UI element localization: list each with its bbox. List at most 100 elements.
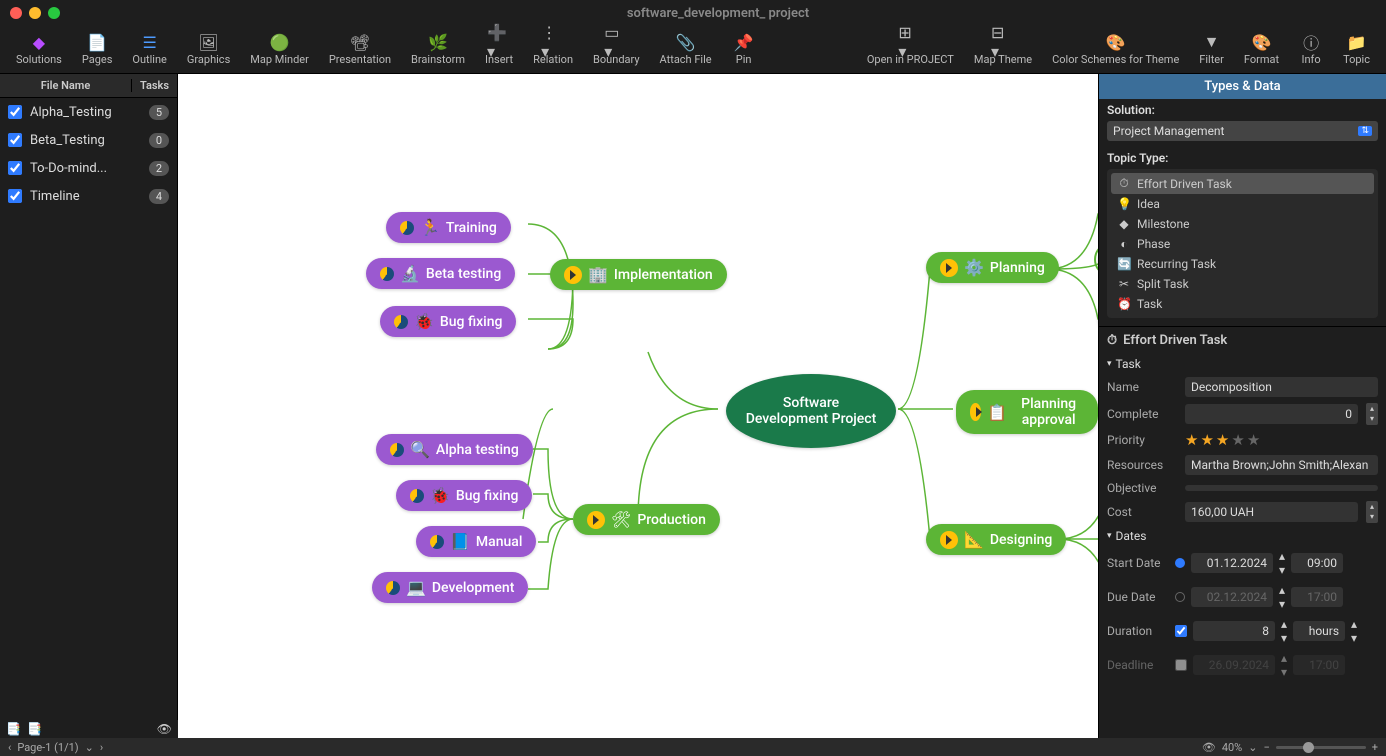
start-date-input[interactable]: 01.12.2024 <box>1191 553 1273 573</box>
close-window-button[interactable] <box>10 7 22 19</box>
status-bar: ‹ Page-1 (1/1) ⌄ › 👁 40% ⌄ − + <box>0 738 1386 756</box>
type-item-task[interactable]: ⏰ Task <box>1111 294 1374 314</box>
play-icon <box>564 266 582 284</box>
toolbar-color-schemes-for-theme[interactable]: 🎨Color Schemes for Theme <box>1044 31 1187 68</box>
type-item-recurring-task[interactable]: 🔄 Recurring Task <box>1111 254 1374 274</box>
minimize-window-button[interactable] <box>29 7 41 19</box>
duration-unit-select[interactable]: hours <box>1293 621 1345 641</box>
deadline-time-input[interactable]: 17:00 <box>1293 655 1345 675</box>
footer-icon[interactable]: 📑 <box>27 722 42 736</box>
type-item-phase[interactable]: ◐ Phase <box>1111 234 1374 254</box>
duration-stepper[interactable]: ▴▾ <box>1281 617 1287 645</box>
next-page-button[interactable]: › <box>100 741 103 754</box>
deadline-checkbox[interactable] <box>1175 659 1187 671</box>
type-item-milestone[interactable]: ◆ Milestone <box>1111 214 1374 234</box>
complete-input[interactable]: 0 <box>1185 404 1358 424</box>
due-date-radio[interactable] <box>1175 592 1185 602</box>
maximize-window-button[interactable] <box>48 7 60 19</box>
complete-stepper[interactable]: ▴▾ <box>1366 403 1378 425</box>
page-dropdown-icon[interactable]: ⌄ <box>85 741 94 754</box>
footer-icon[interactable]: 📑 <box>6 722 21 736</box>
node-training[interactable]: 🏃Training <box>386 212 511 243</box>
toolbar-presentation[interactable]: 📽Presentation <box>321 31 399 68</box>
duration-input[interactable]: 8 <box>1193 621 1275 641</box>
node-planning-approval[interactable]: 📋Planning approval <box>956 390 1098 434</box>
toolbar-graphics[interactable]: 🖼Graphics <box>179 31 238 68</box>
deadline-stepper[interactable]: ▴▾ <box>1281 651 1287 679</box>
toolbar-format[interactable]: 🎨Format <box>1236 31 1287 68</box>
toolbar-boundary[interactable]: ▭ ▾Boundary <box>585 31 647 68</box>
cost-input[interactable]: 160,00 UAH <box>1185 502 1358 522</box>
task-section-header[interactable]: Task <box>1099 354 1386 374</box>
node-bug-fixing-2[interactable]: 🐞Bug fixing <box>396 480 532 511</box>
node-center[interactable]: Software Development Project <box>726 374 896 448</box>
file-checkbox[interactable] <box>8 189 22 203</box>
eye-icon[interactable]: 👁 <box>157 722 172 736</box>
node-designing[interactable]: 📐Designing <box>926 524 1066 555</box>
toolbar-brainstorm[interactable]: 🌿Brainstorm <box>403 31 473 68</box>
node-planning[interactable]: ⚙️Planning <box>926 252 1059 283</box>
zoom-in-button[interactable]: + <box>1372 741 1378 754</box>
toolbar-insert[interactable]: ➕ ▾Insert <box>477 31 521 68</box>
cost-stepper[interactable]: ▴▾ <box>1366 501 1378 523</box>
eye-icon[interactable]: 👁 <box>1202 741 1216 754</box>
type-item-split-task[interactable]: ✂ Split Task <box>1111 274 1374 294</box>
toolbar-label: Topic <box>1343 53 1370 66</box>
name-input[interactable]: Decomposition <box>1185 377 1378 397</box>
file-checkbox[interactable] <box>8 161 22 175</box>
node-bug-fixing-1[interactable]: 🐞Bug fixing <box>380 306 516 337</box>
node-implementation[interactable]: 🏢Implementation <box>550 259 727 290</box>
toolbar-pages[interactable]: 📄Pages <box>74 31 121 68</box>
dates-section-header[interactable]: Dates <box>1099 526 1386 546</box>
file-row[interactable]: Beta_Testing 0 <box>0 126 177 154</box>
resources-input[interactable]: Martha Brown;John Smith;Alexan <box>1185 455 1378 475</box>
toolbar-filter[interactable]: ▼Filter <box>1191 31 1232 68</box>
type-item-effort-driven-task[interactable]: ⏱ Effort Driven Task <box>1111 173 1374 194</box>
start-date-radio[interactable] <box>1175 558 1185 568</box>
toolbar-map-minder[interactable]: 🟢Map Minder <box>242 31 317 68</box>
file-row[interactable]: Timeline 4 <box>0 182 177 210</box>
start-time-input[interactable]: 09:00 <box>1291 553 1343 573</box>
file-row[interactable]: To-Do-mind... 2 <box>0 154 177 182</box>
toolbar-attach-file[interactable]: 📎Attach File <box>652 31 720 68</box>
deadline-date-input[interactable]: 26.09.2024 <box>1193 655 1275 675</box>
page-indicator[interactable]: Page-1 (1/1) <box>17 741 78 754</box>
due-date-label: Due Date <box>1107 590 1169 604</box>
node-production[interactable]: 🛠Production <box>573 504 720 535</box>
mindmap-canvas[interactable]: Software Development Project 🏢Implementa… <box>178 74 1098 738</box>
due-date-stepper[interactable]: ▴▾ <box>1279 583 1285 611</box>
toolbar-open-in-project[interactable]: ⊞ ▾Open in PROJECT <box>859 31 962 68</box>
file-checkbox[interactable] <box>8 105 22 119</box>
due-time-input[interactable]: 17:00 <box>1291 587 1343 607</box>
node-development[interactable]: 💻Development <box>372 572 528 603</box>
zoom-slider[interactable] <box>1276 746 1366 749</box>
toolbar-info[interactable]: ⓘInfo <box>1291 31 1331 68</box>
toolbar-outline[interactable]: ☰Outline <box>124 31 175 68</box>
toolbar-solutions[interactable]: ◆Solutions <box>8 31 70 68</box>
toolbar-pin[interactable]: 📌Pin <box>724 31 764 68</box>
topic-type-list: ⏱ Effort Driven Task💡 Idea◆ Milestone◐ P… <box>1107 169 1378 318</box>
duration-checkbox[interactable] <box>1175 625 1187 637</box>
node-manual[interactable]: 📘Manual <box>416 526 536 557</box>
priority-stars[interactable]: ★ ★ ★ ★ ★ <box>1185 431 1260 449</box>
toolbar-relation[interactable]: ⋮ ▾Relation <box>525 31 581 68</box>
toolbar-topic[interactable]: 📁Topic <box>1335 31 1378 68</box>
due-date-input[interactable]: 02.12.2024 <box>1191 587 1273 607</box>
zoom-dropdown-icon[interactable]: ⌄ <box>1248 741 1257 754</box>
zoom-out-button[interactable]: − <box>1263 741 1269 754</box>
node-alpha-testing[interactable]: 🔍Alpha testing <box>376 434 533 465</box>
solution-select[interactable]: Project Management ⇅ <box>1107 121 1378 141</box>
solutions-icon: ◆ <box>27 33 51 51</box>
node-beta-testing[interactable]: 🔬Beta testing <box>366 258 515 289</box>
file-checkbox[interactable] <box>8 133 22 147</box>
toolbar-label: Filter <box>1199 53 1224 66</box>
objective-input[interactable] <box>1185 485 1378 491</box>
prev-page-button[interactable]: ‹ <box>8 741 11 754</box>
file-row[interactable]: Alpha_Testing 5 <box>0 98 177 126</box>
toolbar-map-theme[interactable]: ⊟ ▾Map Theme <box>966 31 1040 68</box>
duration-unit-stepper[interactable]: ▴▾ <box>1351 617 1357 645</box>
toolbar-label: Info <box>1301 53 1320 66</box>
node-label: Beta testing <box>426 266 501 282</box>
type-item-idea[interactable]: 💡 Idea <box>1111 194 1374 214</box>
start-date-stepper[interactable]: ▴▾ <box>1279 549 1285 577</box>
